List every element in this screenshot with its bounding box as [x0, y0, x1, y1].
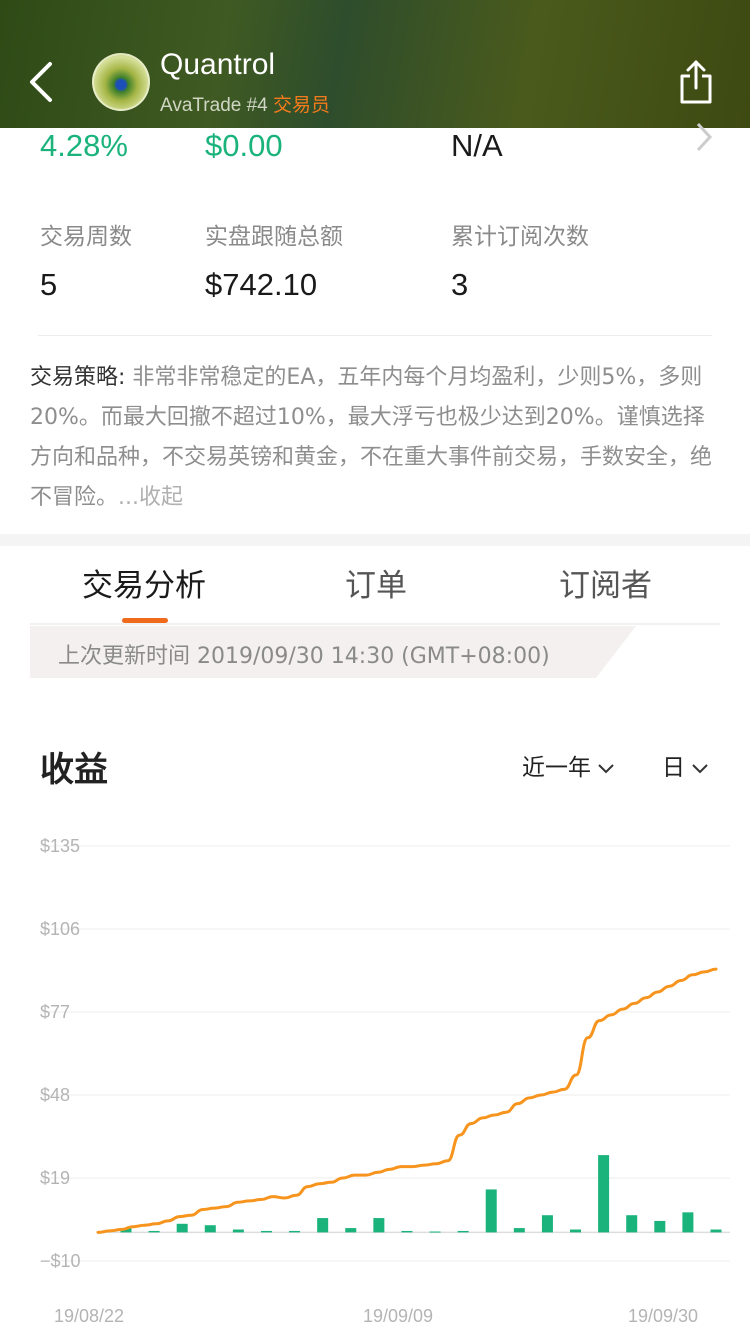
y-tick-label: $77: [40, 1002, 70, 1022]
bar-mark: [373, 1218, 385, 1233]
role-badge: 交易员: [273, 95, 331, 116]
y-tick-label: $48: [40, 1085, 70, 1105]
stat-profit-value: $0.00: [205, 128, 283, 163]
divider: [38, 335, 712, 336]
stat-na-value: N/A: [451, 128, 503, 163]
header-bar: Quantrol AvaTrade #4 交易员: [0, 0, 750, 128]
stat-subscriptions-value: 3: [451, 267, 469, 302]
x-tick-label: 19/09/09: [363, 1306, 433, 1326]
bar-mark: [570, 1229, 582, 1233]
bar-mark: [682, 1212, 694, 1233]
trader-subtitle: AvaTrade #4 交易员: [160, 90, 330, 117]
chevron-down-icon: [692, 763, 708, 773]
broker-rank: AvaTrade #4: [160, 95, 268, 116]
bar-mark: [317, 1218, 329, 1233]
tab-subscribers[interactable]: 订阅者: [559, 560, 652, 605]
bar-mark: [541, 1215, 553, 1233]
bar-mark: [148, 1230, 160, 1233]
chevron-down-icon: [598, 763, 614, 773]
bar-mark: [457, 1230, 469, 1233]
tab-trade-analysis[interactable]: 交易分析: [82, 560, 206, 605]
bar-mark: [345, 1228, 357, 1233]
strategy-label: 交易策略:: [30, 365, 126, 390]
stat-return-value: 4.28%: [40, 128, 128, 163]
stat-weeks-value: 5: [40, 267, 58, 302]
bar-mark: [513, 1228, 525, 1233]
y-tick-label: $19: [40, 1168, 70, 1188]
tab-orders[interactable]: 订单: [345, 560, 407, 605]
bar-mark: [232, 1229, 244, 1233]
period-select[interactable]: 近一年: [522, 748, 615, 782]
trader-avatar[interactable]: [92, 53, 150, 111]
bar-mark: [429, 1231, 441, 1233]
bar-mark: [289, 1230, 301, 1233]
bar-mark: [401, 1230, 413, 1233]
stat-weeks-label: 交易周数: [40, 224, 132, 250]
bar-mark: [260, 1230, 272, 1233]
bar-mark: [176, 1223, 188, 1233]
share-icon[interactable]: [676, 58, 716, 106]
stat-follow-amount-label: 实盘跟随总额: [205, 224, 343, 250]
tab-baseline: [30, 623, 720, 625]
stat-subscriptions-label: 累计订阅次数: [451, 224, 589, 250]
bar-mark: [598, 1155, 610, 1233]
x-tick-label: 19/08/22: [54, 1306, 124, 1326]
chevron-right-icon[interactable]: [694, 122, 714, 152]
bar-mark: [710, 1229, 722, 1233]
trader-name: Quantrol: [160, 48, 276, 81]
y-tick-label: $106: [40, 919, 80, 939]
profit-line: [96, 967, 718, 1234]
bar-mark: [204, 1225, 216, 1233]
profit-title: 收益: [40, 750, 108, 790]
period-select-value: 近一年: [522, 755, 591, 781]
active-tab-indicator: [122, 618, 168, 623]
strategy-description: 交易策略: 非常非常稳定的EA，五年内每个月均盈利，少则5%，多则20%。而最大…: [30, 358, 720, 518]
y-tick-label: −$10: [40, 1251, 81, 1271]
interval-select-value: 日: [662, 755, 685, 781]
profit-chart: $135 $106 $77 $48 $19 −$10 19/08/22 19/09/09 19/…: [40, 836, 730, 1326]
y-tick-label: $135: [40, 836, 80, 856]
back-arrow-icon[interactable]: [26, 58, 56, 106]
stat-follow-amount-value: $742.10: [205, 267, 318, 302]
x-tick-label: 19/09/30: [628, 1306, 698, 1326]
collapse-link[interactable]: ...收起: [118, 485, 183, 510]
bar-mark: [654, 1220, 666, 1233]
bar-mark: [626, 1215, 638, 1233]
update-time-text: 上次更新时间 2019/09/30 14:30 (GMT+08:00): [58, 644, 550, 669]
section-separator: [0, 534, 750, 546]
interval-select[interactable]: 日: [662, 748, 709, 782]
bar-mark: [485, 1189, 497, 1233]
